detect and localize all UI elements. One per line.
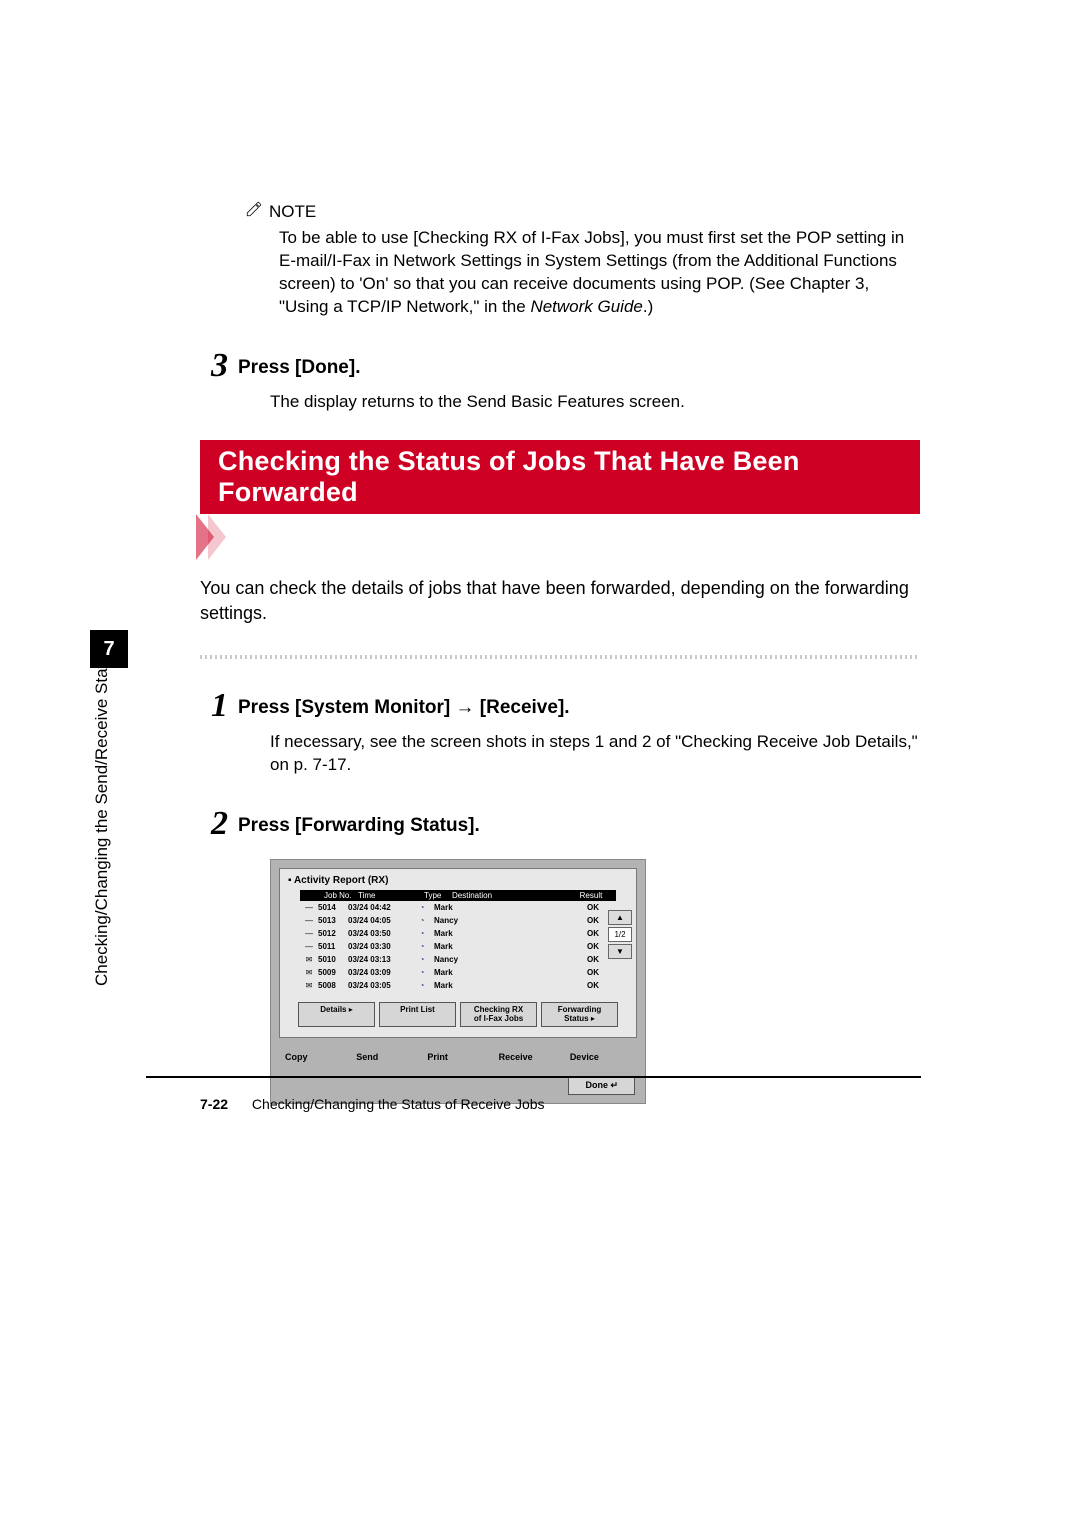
tab-print[interactable]: Print xyxy=(427,1052,488,1068)
section-heading-text: Checking the Status of Jobs That Have Be… xyxy=(200,440,920,514)
footer-rule xyxy=(146,1076,921,1078)
globe-icon: ◔ xyxy=(410,916,434,925)
step-title: Press [System Monitor] → [Receive]. xyxy=(238,689,570,719)
globe-icon: ◔ xyxy=(410,929,434,938)
checking-rx-button[interactable]: Checking RX of I-Fax Jobs xyxy=(460,1002,537,1027)
page-up-button[interactable]: ▲ xyxy=(608,910,632,925)
table-row[interactable]: —501103/24 03:30◔MarkOK xyxy=(300,940,616,953)
table-header: Job No. Time Type Destination Result xyxy=(300,890,616,901)
pager: ▲ 1/2 ▼ xyxy=(608,910,632,959)
pencil-icon xyxy=(245,200,263,223)
page-number: 7-22 xyxy=(200,1096,228,1112)
globe-icon: ◔ xyxy=(410,968,434,977)
activity-table: Job No. Time Type Destination Result —50… xyxy=(300,890,616,992)
step-number: 1 xyxy=(200,689,228,723)
table-row[interactable]: ✉501003/24 03:13◔NancyOK xyxy=(300,953,616,966)
tab-device[interactable]: Device xyxy=(570,1052,631,1068)
tab-send[interactable]: Send xyxy=(356,1052,417,1068)
bottom-tabs: Copy Send Print Receive Device xyxy=(271,1046,645,1070)
note-block: NOTE To be able to use [Checking RX of I… xyxy=(245,200,920,319)
table-row[interactable]: —501403/24 04:42◔MarkOK xyxy=(300,901,616,914)
page-indicator: 1/2 xyxy=(608,927,632,942)
step-2: 2 Press [Forwarding Status]. xyxy=(200,807,920,841)
row-status-icon: ✉ xyxy=(300,981,318,990)
row-status-icon: ✉ xyxy=(300,968,318,977)
globe-icon: ◔ xyxy=(410,942,434,951)
screenshot-title: ▪ Activity Report (RX) xyxy=(280,869,636,890)
note-label: NOTE xyxy=(269,202,316,222)
step-number: 3 xyxy=(200,349,228,383)
footer-title: Checking/Changing the Status of Receive … xyxy=(252,1096,545,1112)
embedded-screenshot: ▪ Activity Report (RX) Job No. Time Type… xyxy=(270,859,646,1104)
step-1-body: If necessary, see the screen shots in st… xyxy=(270,731,920,777)
row-status-icon: — xyxy=(300,916,318,925)
row-status-icon: — xyxy=(300,942,318,951)
globe-icon: ◔ xyxy=(410,981,434,990)
forwarding-status-button[interactable]: Forwarding Status xyxy=(541,1002,618,1027)
step-3: 3 Press [Done]. xyxy=(200,349,920,383)
section-intro: You can check the details of jobs that h… xyxy=(200,576,920,626)
row-status-icon: ✉ xyxy=(300,955,318,964)
tab-receive[interactable]: Receive xyxy=(499,1052,560,1068)
table-row[interactable]: ✉500803/24 03:05◔MarkOK xyxy=(300,979,616,992)
table-row[interactable]: —501303/24 04:05◔NancyOK xyxy=(300,914,616,927)
done-button[interactable]: Done ↵ xyxy=(568,1076,635,1095)
section-heading: Checking the Status of Jobs That Have Be… xyxy=(200,440,920,560)
table-row[interactable]: —501203/24 03:50◔MarkOK xyxy=(300,927,616,940)
vertical-chapter-title: Checking/Changing the Send/Receive Statu… xyxy=(92,646,112,986)
divider xyxy=(200,655,920,659)
page-down-button[interactable]: ▼ xyxy=(608,944,632,959)
row-status-icon: — xyxy=(300,903,318,912)
step-title: Press [Done]. xyxy=(238,349,360,379)
tab-copy[interactable]: Copy xyxy=(285,1052,346,1068)
step-3-body: The display returns to the Send Basic Fe… xyxy=(270,391,920,414)
row-status-icon: — xyxy=(300,929,318,938)
page-footer: 7-22 Checking/Changing the Status of Rec… xyxy=(200,1096,545,1112)
globe-icon: ◔ xyxy=(410,903,434,912)
step-number: 2 xyxy=(200,807,228,841)
table-row[interactable]: ✉500903/24 03:09◔MarkOK xyxy=(300,966,616,979)
note-body: To be able to use [Checking RX of I-Fax … xyxy=(279,227,920,319)
step-title: Press [Forwarding Status]. xyxy=(238,807,480,837)
globe-icon: ◔ xyxy=(410,955,434,964)
print-list-button[interactable]: Print List xyxy=(379,1002,456,1027)
step-1: 1 Press [System Monitor] → [Receive]. xyxy=(200,689,920,723)
details-button[interactable]: Details xyxy=(298,1002,375,1027)
